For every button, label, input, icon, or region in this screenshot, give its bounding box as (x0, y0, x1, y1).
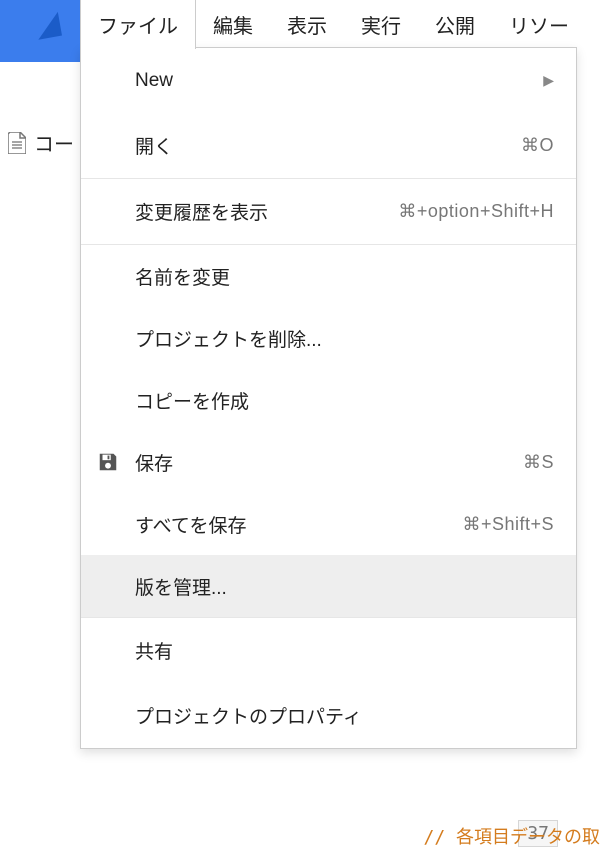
menu-publish[interactable]: 公開 (418, 0, 492, 49)
save-icon (95, 449, 121, 475)
menu-edit[interactable]: 編集 (196, 0, 270, 49)
logo-fold (30, 0, 62, 40)
menuitem-label: プロジェクトを削除... (135, 325, 554, 352)
menuitem-label: 版を管理... (135, 573, 554, 600)
sidebar-file-entry[interactable]: コー (0, 128, 80, 157)
menuitem-shortcut: ⌘+option+Shift+H (398, 201, 554, 222)
submenu-arrow-icon: ▶ (543, 72, 554, 89)
menuitem-save-all[interactable]: すべてを保存 ⌘+Shift+S (81, 493, 576, 555)
menuitem-label: プロジェクトのプロパティ (135, 702, 554, 729)
menuitem-shortcut: ⌘S (523, 452, 554, 473)
sidebar-file-label: コー (34, 128, 74, 157)
menuitem-label: 保存 (135, 449, 523, 476)
menuitem-project-properties[interactable]: プロジェクトのプロパティ (81, 683, 576, 748)
file-icon (8, 132, 26, 154)
menuitem-new[interactable]: New ▶ (81, 48, 576, 113)
menuitem-rename[interactable]: 名前を変更 (81, 245, 576, 307)
app-logo (0, 0, 80, 62)
menuitem-label: New (135, 70, 543, 92)
menuitem-manage-versions[interactable]: 版を管理... (81, 555, 576, 617)
menuitem-revision-history[interactable]: 変更履歴を表示 ⌘+option+Shift+H (81, 179, 576, 244)
menuitem-label: 変更履歴を表示 (135, 198, 398, 225)
menu-run[interactable]: 実行 (344, 0, 418, 49)
menuitem-label: 共有 (135, 637, 554, 664)
menu-view[interactable]: 表示 (270, 0, 344, 49)
menubar: ファイル 編集 表示 実行 公開 リソー (80, 0, 600, 48)
menu-file[interactable]: ファイル (80, 0, 196, 49)
menuitem-save[interactable]: 保存 ⌘S (81, 431, 576, 493)
menuitem-shortcut: ⌘O (521, 135, 554, 156)
menuitem-label: 開く (135, 132, 521, 159)
file-dropdown: New ▶ 開く ⌘O 変更履歴を表示 ⌘+option+Shift+H 名前を… (80, 47, 577, 749)
menuitem-share[interactable]: 共有 (81, 618, 576, 683)
menuitem-label: コピーを作成 (135, 387, 554, 414)
menu-resources[interactable]: リソー (492, 0, 586, 49)
menuitem-make-copy[interactable]: コピーを作成 (81, 369, 576, 431)
menuitem-shortcut: ⌘+Shift+S (462, 514, 554, 535)
menuitem-open[interactable]: 開く ⌘O (81, 113, 576, 178)
menuitem-label: すべてを保存 (135, 511, 462, 538)
code-comment-fragment: // 各項目データの取 (423, 823, 600, 849)
menuitem-label: 名前を変更 (135, 263, 554, 290)
menuitem-delete-project[interactable]: プロジェクトを削除... (81, 307, 576, 369)
